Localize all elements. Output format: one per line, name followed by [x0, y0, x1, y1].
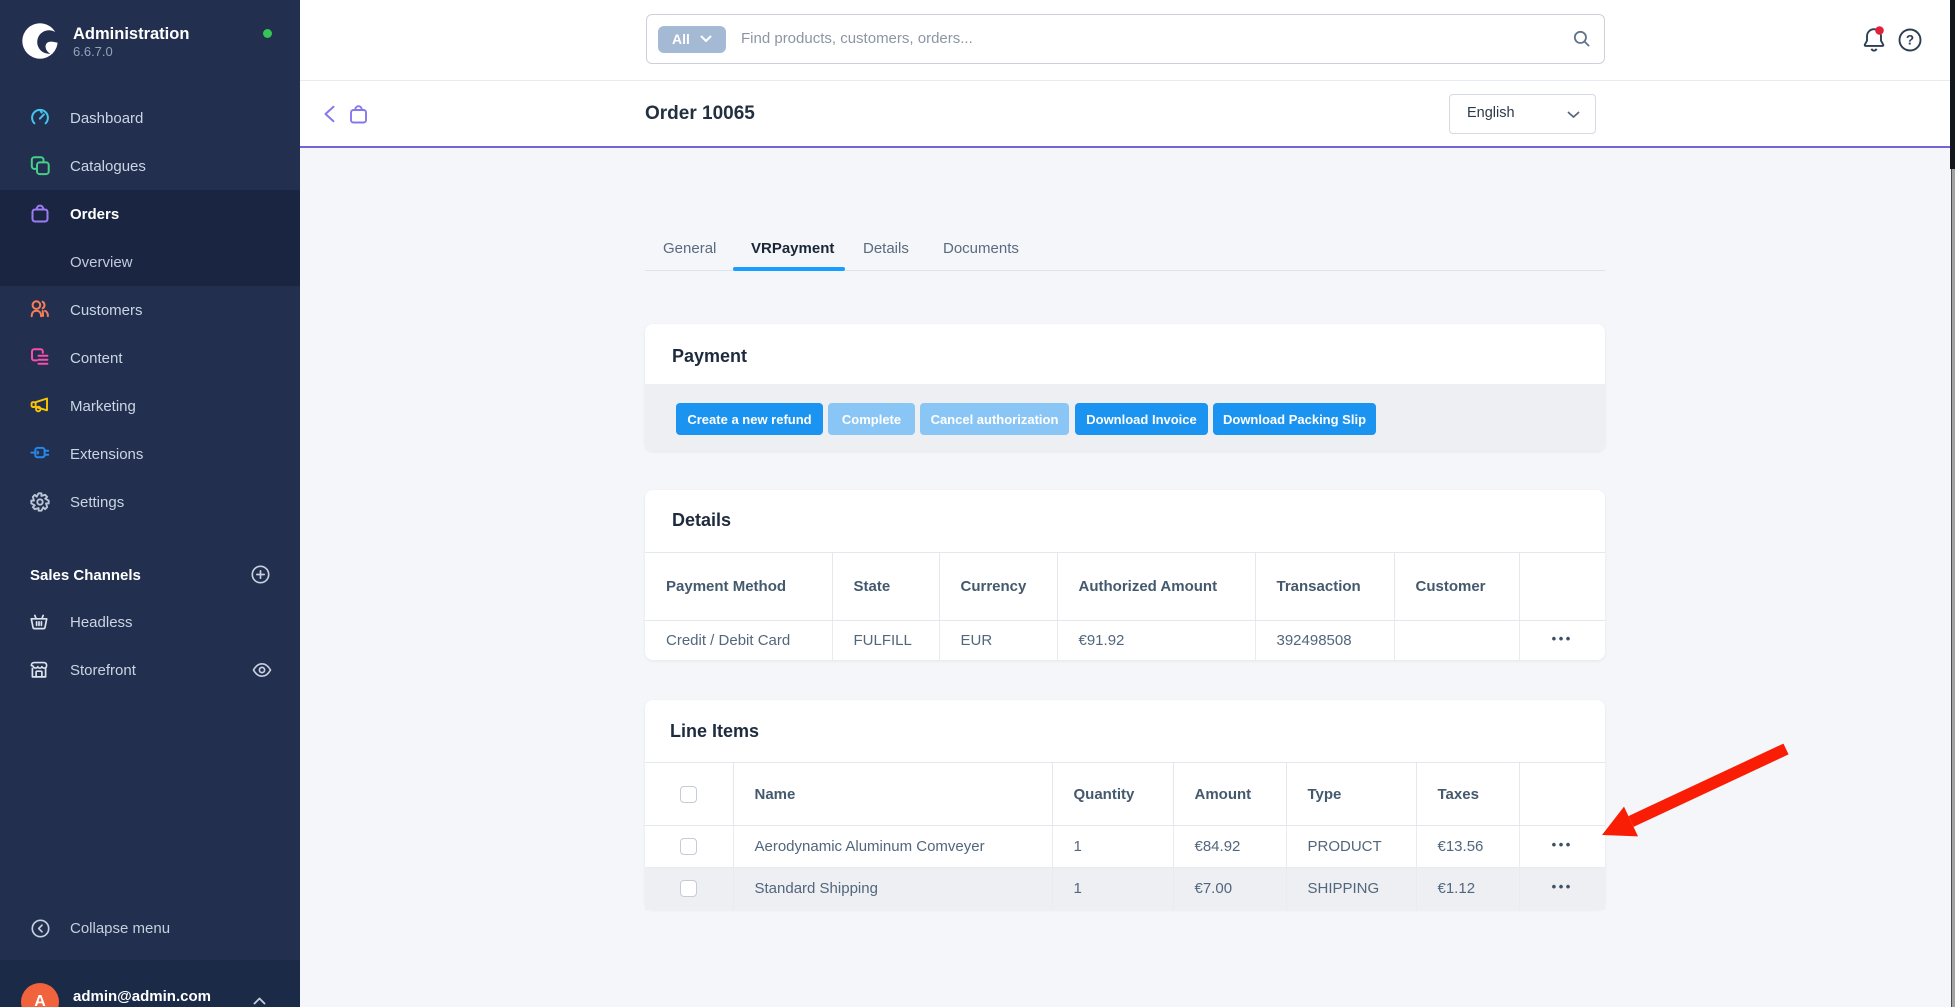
svg-text:?: ? — [1906, 33, 1914, 48]
